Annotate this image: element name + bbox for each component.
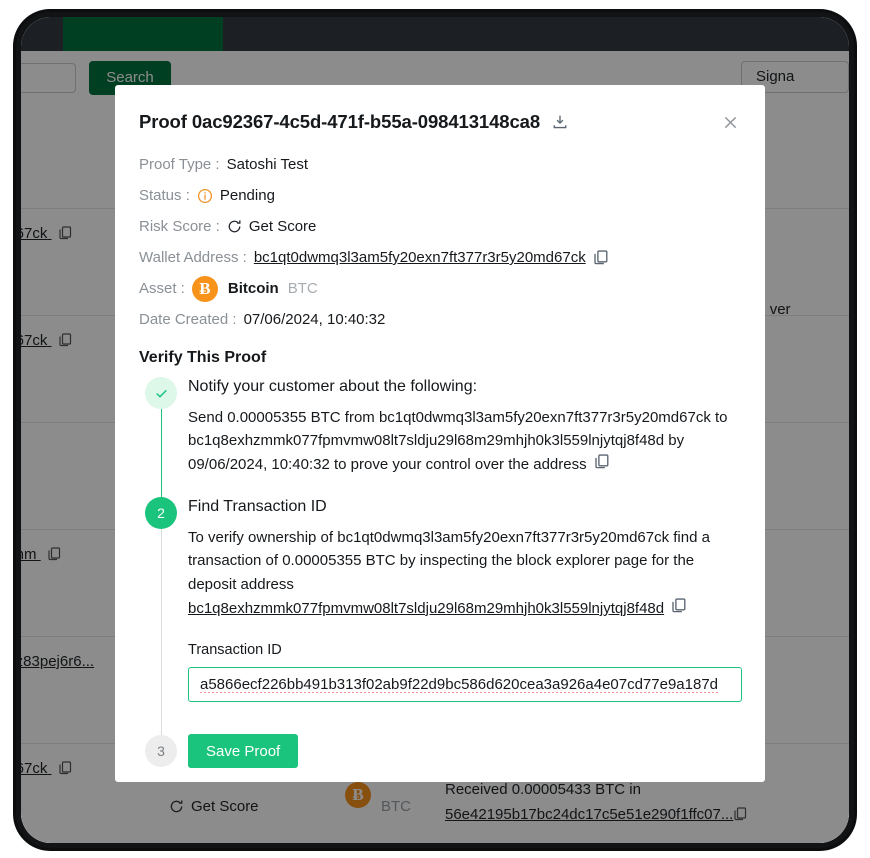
step-3-save-proof: 3 Save Proof bbox=[139, 734, 729, 769]
copy-icon[interactable] bbox=[594, 250, 608, 265]
deposit-address-link[interactable]: bc1q8exhzmmk077fpmvmw08lt7sldju29l68m29m… bbox=[188, 600, 664, 617]
meta-row-wallet-address: Wallet Address : bc1qt0dwmq3l3am5fy20exn… bbox=[139, 242, 729, 273]
save-proof-button[interactable]: Save Proof bbox=[188, 734, 299, 769]
meta-row-date-created: Date Created : 07/06/2024, 10:40:32 bbox=[139, 304, 729, 335]
wallet-address-value[interactable]: bc1qt0dwmq3l3am5fy20exn7ft377r3r5y20md67… bbox=[254, 249, 586, 266]
meta-row-risk-score: Risk Score : Get Score bbox=[139, 211, 729, 242]
copy-icon[interactable] bbox=[594, 454, 609, 469]
transaction-id-label: Transaction ID bbox=[188, 642, 282, 659]
copy-icon[interactable] bbox=[672, 598, 686, 613]
date-created-value: 07/06/2024, 10:40:32 bbox=[243, 311, 386, 328]
modal-header: Proof 0ac92367-4c5d-471f-b55a-098413148c… bbox=[139, 111, 729, 133]
info-circle-icon bbox=[197, 188, 213, 204]
transaction-id-input[interactable] bbox=[188, 667, 742, 703]
step-2-title: Find Transaction ID bbox=[188, 497, 327, 515]
proof-type-value: Satoshi Test bbox=[226, 156, 309, 173]
status-label: Status : bbox=[139, 187, 190, 204]
step-1-body-text: Send 0.00005355 BTC from bc1qt0dwmq3l3am… bbox=[188, 408, 728, 474]
step-2-body: To verify ownership of bc1qt0dwmq3l3am5f… bbox=[188, 526, 729, 621]
date-created-label: Date Created : bbox=[139, 311, 237, 328]
download-icon[interactable] bbox=[552, 114, 568, 130]
step-2-find-transaction-id: 2 Find Transaction ID To verify ownershi… bbox=[139, 496, 742, 757]
asset-ticker: BTC bbox=[287, 280, 318, 297]
proof-type-label: Proof Type : bbox=[139, 156, 220, 173]
asset-name: Bitcoin bbox=[227, 280, 279, 297]
device-frame: Search Signa nd67ck bbox=[16, 12, 854, 848]
step-2-marker: 2 bbox=[145, 496, 177, 529]
step-2-body-text: To verify ownership of bc1qt0dwmq3l3am5f… bbox=[188, 528, 710, 594]
meta-row-proof-type: Proof Type : Satoshi Test bbox=[139, 149, 729, 180]
proof-detail-modal: Proof 0ac92367-4c5d-471f-b55a-098413148c… bbox=[115, 85, 765, 782]
page-title: Proof 0ac92367-4c5d-471f-b55a-098413148c… bbox=[139, 111, 541, 132]
meta-row-asset: Asset : Ƀ Bitcoin BTC bbox=[139, 273, 729, 304]
refresh-icon[interactable] bbox=[227, 219, 242, 234]
verify-heading: Verify This Proof bbox=[139, 349, 267, 366]
step-3-marker: 3 bbox=[145, 735, 177, 768]
screen: Search Signa nd67ck bbox=[21, 17, 849, 843]
step-1-body: Send 0.00005355 BTC from bc1qt0dwmq3l3am… bbox=[188, 406, 729, 477]
meta-row-status: Status : Pending bbox=[139, 180, 729, 211]
close-button[interactable] bbox=[717, 109, 743, 135]
bitcoin-icon: Ƀ bbox=[191, 275, 218, 302]
step-1-title: Notify your customer about the following… bbox=[188, 378, 478, 395]
step-connector-2-3 bbox=[160, 528, 162, 757]
get-score-link[interactable]: Get Score bbox=[249, 218, 317, 235]
step-1-marker bbox=[145, 377, 177, 409]
wallet-address-label: Wallet Address : bbox=[139, 249, 247, 266]
risk-score-label: Risk Score : bbox=[139, 218, 220, 235]
status-badge: Pending bbox=[219, 187, 275, 204]
step-1-notify-customer: Notify your customer about the following… bbox=[139, 377, 729, 525]
asset-label: Asset : bbox=[139, 280, 185, 297]
